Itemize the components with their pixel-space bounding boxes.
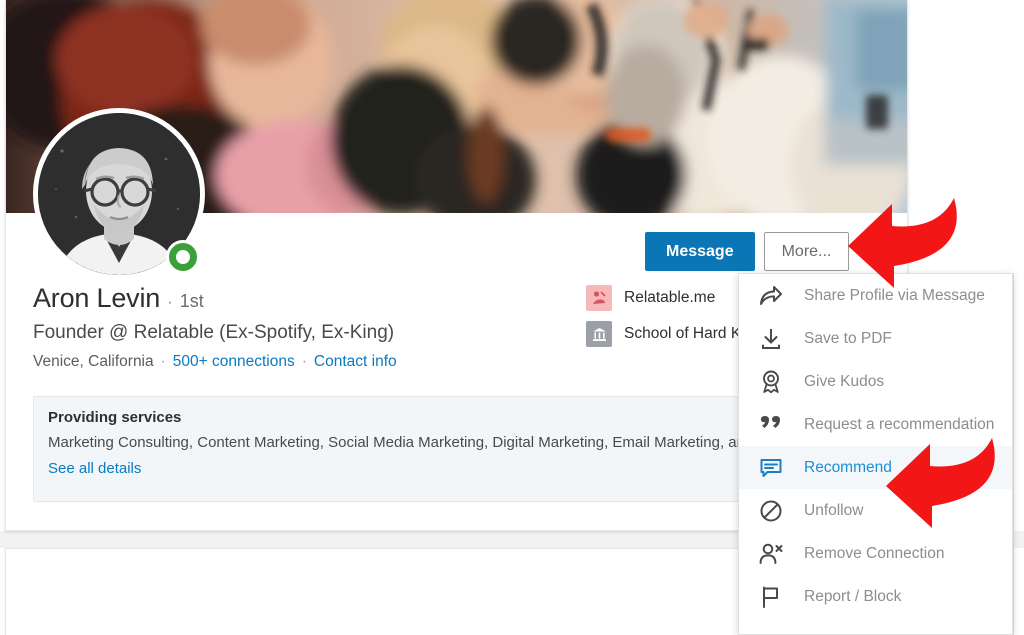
company-logo-icon: [586, 285, 612, 311]
linkedin-profile-screen: Aron Levin · 1st Founder @ Relatable (Ex…: [0, 0, 1024, 635]
menu-item-recommend[interactable]: Recommend: [739, 446, 1012, 489]
menu-item-save-to-pdf[interactable]: Save to PDF: [739, 317, 1012, 360]
flag-icon: [757, 583, 785, 611]
entity-school-name: School of Hard K: [624, 325, 742, 342]
status-badge: [166, 240, 200, 274]
open-to-work-ring-icon: [169, 243, 197, 271]
more-button[interactable]: More...: [763, 232, 850, 272]
download-icon: [757, 325, 785, 353]
message-button[interactable]: Message: [645, 232, 755, 272]
quote-marks-icon: [757, 411, 785, 439]
share-arrow-icon: [757, 282, 785, 310]
avatar[interactable]: [33, 108, 205, 280]
menu-item-unfollow[interactable]: Unfollow: [739, 489, 1012, 532]
menu-item-label: Recommend: [804, 458, 892, 476]
name-separator: ·: [167, 292, 173, 311]
entity-school[interactable]: School of Hard K: [586, 321, 741, 347]
entity-company-name: Relatable.me: [624, 289, 716, 306]
more-actions-dropdown: Share Profile via Message Save to PDF Gi…: [738, 273, 1013, 635]
page-title: Aron Levin: [33, 283, 161, 313]
school-building-icon: [586, 321, 612, 347]
menu-item-label: Request a recommendation: [804, 415, 995, 433]
connections-link[interactable]: 500+ connections: [173, 353, 295, 371]
profile-actions: Message More...: [645, 232, 850, 272]
menu-item-remove-connection[interactable]: Remove Connection: [739, 532, 1012, 575]
speech-bubble-icon: [757, 454, 785, 482]
entity-company[interactable]: Relatable.me: [586, 285, 741, 311]
menu-item-request-recommendation[interactable]: Request a recommendation: [739, 403, 1012, 446]
menu-item-share-profile[interactable]: Share Profile via Message: [739, 274, 1012, 317]
profile-identity: Aron Levin · 1st Founder @ Relatable (Ex…: [33, 283, 397, 371]
meta-separator-1: ·: [160, 353, 166, 370]
profile-headline: Founder @ Relatable (Ex-Spotify, Ex-King…: [33, 322, 395, 343]
menu-item-label: Give Kudos: [804, 372, 885, 390]
block-circle-icon: [757, 497, 785, 525]
contact-info-link[interactable]: Contact info: [314, 353, 397, 371]
menu-item-label: Share Profile via Message: [804, 286, 985, 304]
menu-item-label: Remove Connection: [804, 544, 945, 562]
award-ribbon-icon: [757, 368, 785, 396]
profile-entities: Relatable.me School of Hard K: [586, 285, 741, 357]
profile-meta: Venice, California · 500+ connections · …: [33, 353, 397, 371]
menu-item-label: Report / Block: [804, 587, 902, 605]
dropdown-right-edge: [1013, 273, 1014, 635]
menu-item-report-block[interactable]: Report / Block: [739, 575, 1012, 618]
menu-item-label: Unfollow: [804, 501, 864, 519]
connection-degree: 1st: [179, 291, 204, 311]
profile-location: Venice, California: [33, 353, 154, 370]
menu-item-give-kudos[interactable]: Give Kudos: [739, 360, 1012, 403]
person-remove-icon: [757, 540, 785, 568]
meta-separator-2: ·: [301, 353, 307, 370]
menu-item-label: Save to PDF: [804, 329, 892, 347]
